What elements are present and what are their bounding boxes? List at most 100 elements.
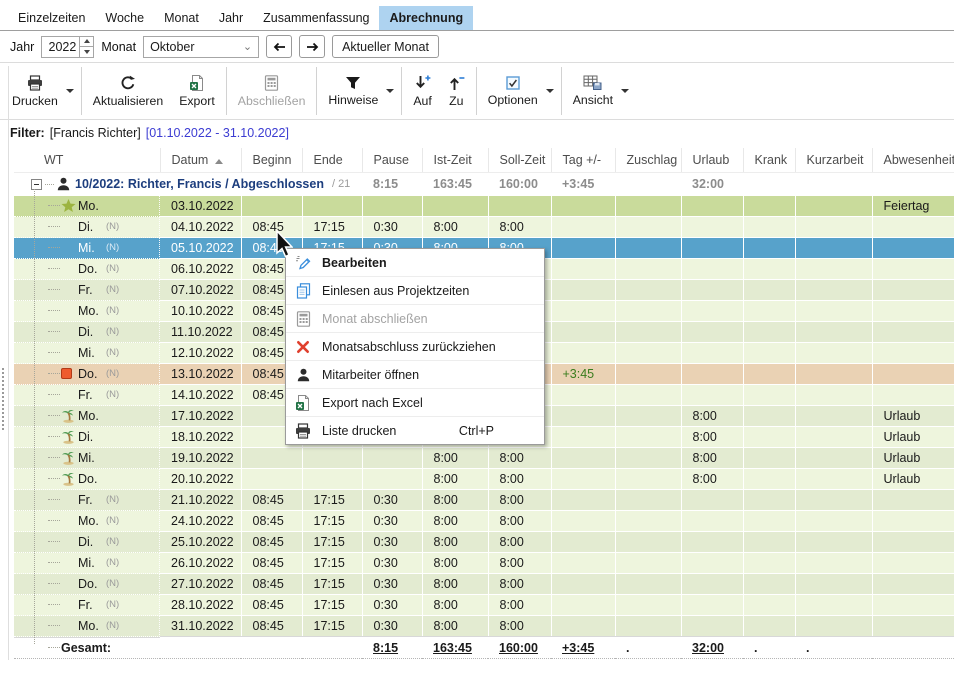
column-header-ende[interactable]: Ende [302, 148, 362, 173]
table-row[interactable]: Mi.19.10.20228:008:008:00Urlaub [14, 448, 954, 469]
cell-zuschlag [615, 490, 681, 511]
menu-item-monatsabschluss-zurueckziehen[interactable]: Monatsabschluss zurückziehen [286, 333, 544, 361]
current-month-button[interactable]: Aktueller Monat [332, 35, 439, 58]
toolbar-auf-button[interactable]: Auf [405, 65, 439, 117]
toolbar-drucken-label: Drucken [12, 94, 58, 108]
table-row[interactable]: Mo.(N)31.10.202208:4517:150:308:008:00 [14, 616, 954, 637]
year-spinner[interactable]: 2022 [41, 36, 94, 58]
chevron-down-icon[interactable] [386, 89, 394, 93]
toolbar-optionen-button[interactable]: Optionen [480, 65, 558, 117]
column-header-ist[interactable]: Ist-Zeit [422, 148, 488, 173]
toolbar-zu-button[interactable]: Zu [440, 65, 473, 117]
tab-einzelzeiten[interactable]: Einzelzeiten [8, 6, 95, 30]
cell-ist: 8:00 [422, 532, 488, 553]
cell-urlaub: 8:00 [681, 427, 743, 448]
table-row[interactable]: Di.(N)25.10.202208:4517:150:308:008:00 [14, 532, 954, 553]
cell-krank [743, 448, 795, 469]
menu-item-export-excel[interactable]: Export nach Excel [286, 389, 544, 417]
group-total-ist: 163:45 [422, 173, 488, 196]
chevron-down-icon[interactable] [66, 89, 74, 93]
toolbar-aktualisieren-button[interactable]: Aktualisieren [85, 65, 171, 117]
total-pause: 8:15 [362, 637, 422, 659]
chevron-down-icon[interactable] [621, 89, 629, 93]
column-header-datum[interactable]: Datum [160, 148, 241, 173]
table-row[interactable]: Mi.(N)26.10.202208:4517:150:308:008:00 [14, 553, 954, 574]
cell-datum: 11.10.2022 [160, 322, 241, 343]
column-header-soll[interactable]: Soll-Zeit [488, 148, 551, 173]
table-row[interactable]: Di.(N)04.10.202208:4517:150:308:008:00 [14, 217, 954, 238]
cell-tag [551, 532, 615, 553]
month-select[interactable]: Oktober ⌄ [143, 36, 259, 58]
tree-connector [48, 520, 60, 521]
tab-abrechnung[interactable]: Abrechnung [379, 6, 473, 30]
menu-item-label: Export nach Excel [322, 396, 423, 410]
table-row[interactable]: Mo.(N)24.10.202208:4517:150:308:008:00 [14, 511, 954, 532]
cell-abw [872, 385, 954, 406]
menu-item-einlesen-projektzeiten[interactable]: Einlesen aus Projektzeiten [286, 277, 544, 305]
cell-tag [551, 238, 615, 259]
group-total-soll: 160:00 [488, 173, 551, 196]
cell-wt: Mi.(N) [14, 553, 160, 574]
year-spin-up-button[interactable] [80, 37, 93, 47]
cell-ist: 8:00 [422, 490, 488, 511]
cell-tag [551, 448, 615, 469]
cell-ende: 17:15 [302, 511, 362, 532]
toolbar-separator [401, 67, 402, 115]
table-row[interactable]: Mo.03.10.2022Feiertag [14, 196, 954, 217]
cell-urlaub [681, 196, 743, 217]
menu-item-bearbeiten[interactable]: Bearbeiten [286, 249, 544, 277]
tree-connector [45, 184, 54, 185]
column-header-krank[interactable]: Krank [743, 148, 795, 173]
cell-datum: 13.10.2022 [160, 364, 241, 385]
normal-day-marker: (N) [106, 494, 119, 505]
menu-shortcut: Ctrl+P [459, 424, 494, 438]
year-value[interactable]: 2022 [42, 37, 79, 57]
totals-row: Gesamt:8:15163:45160:00+3:45.32:00.. [14, 637, 954, 659]
menu-item-mitarbeiter-oeffnen[interactable]: Mitarbeiter öffnen [286, 361, 544, 389]
group-row[interactable]: 10/2022: Richter, Francis / Abgeschlosse… [14, 173, 954, 196]
tab-jahr[interactable]: Jahr [209, 6, 253, 30]
column-header-urlaub[interactable]: Urlaub [681, 148, 743, 173]
table-row[interactable]: Fr.(N)21.10.202208:4517:150:308:008:00 [14, 490, 954, 511]
tab-woche[interactable]: Woche [95, 6, 154, 30]
column-header-wt[interactable]: WT [14, 148, 160, 173]
toolbar-hinweise-button[interactable]: Hinweise [320, 65, 398, 117]
column-header-tag[interactable]: Tag +/- [551, 148, 615, 173]
cell-datum: 05.10.2022 [160, 238, 241, 259]
year-spin-down-button[interactable] [80, 46, 93, 57]
toolbar-ansicht-button[interactable]: Ansicht [565, 65, 633, 117]
cell-datum: 04.10.2022 [160, 217, 241, 238]
menu-item-liste-drucken[interactable]: Liste druckenCtrl+P [286, 417, 544, 444]
cell-ende: 17:15 [302, 490, 362, 511]
cell-wt: Mi.(N) [14, 343, 160, 364]
normal-day-marker: (N) [106, 557, 119, 568]
cell-datum: 28.10.2022 [160, 595, 241, 616]
tab-zusammenfassung[interactable]: Zusammenfassung [253, 6, 379, 30]
column-header-abw[interactable]: Abwesenheit [872, 148, 954, 173]
group-total-kurzarbeit [795, 173, 872, 196]
toolbar-separator [561, 67, 562, 115]
cell-tag [551, 595, 615, 616]
cell-datum: 07.10.2022 [160, 280, 241, 301]
tree-connector [48, 499, 60, 500]
column-header-pause[interactable]: Pause [362, 148, 422, 173]
column-header-zuschlag[interactable]: Zuschlag [615, 148, 681, 173]
calculator-icon [264, 75, 279, 91]
column-header-beginn[interactable]: Beginn [241, 148, 302, 173]
cell-ende: 17:15 [302, 595, 362, 616]
table-row[interactable]: Do.20.10.20228:008:008:00Urlaub [14, 469, 954, 490]
collapse-expander-icon[interactable] [31, 179, 42, 190]
prev-month-button[interactable] [266, 35, 292, 58]
cell-kurzarbeit [795, 322, 872, 343]
tab-monat[interactable]: Monat [154, 6, 209, 30]
splitter-handle[interactable] [2, 368, 4, 430]
toolbar-drucken-button[interactable]: Drucken [4, 65, 78, 117]
cell-wt: Mi. [14, 448, 160, 469]
column-header-kurzarbeit[interactable]: Kurzarbeit [795, 148, 872, 173]
toolbar-export-button[interactable]: Export [171, 65, 223, 117]
table-row[interactable]: Fr.(N)28.10.202208:4517:150:308:008:00 [14, 595, 954, 616]
table-row[interactable]: Do.(N)27.10.202208:4517:150:308:008:00 [14, 574, 954, 595]
next-month-button[interactable] [299, 35, 325, 58]
cell-kurzarbeit [795, 595, 872, 616]
chevron-down-icon[interactable] [546, 89, 554, 93]
